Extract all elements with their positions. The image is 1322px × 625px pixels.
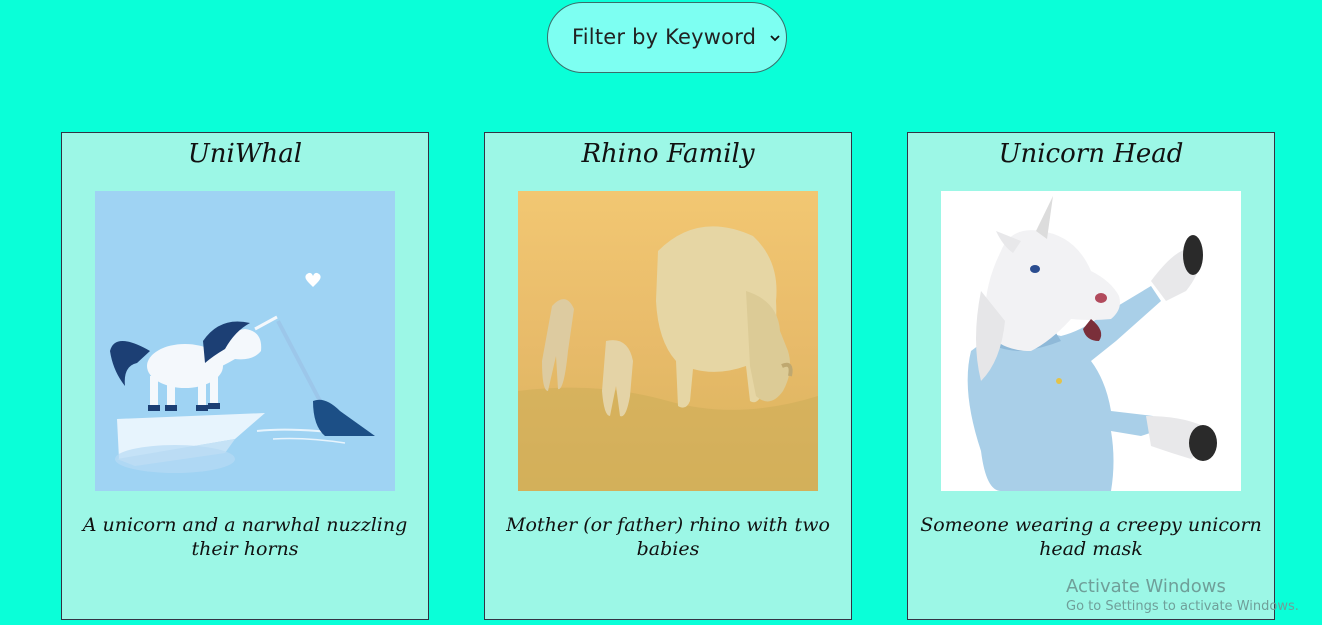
image-card-rhino-family: Rhino Family Mother (or father) rhino wi… [484,132,852,620]
image-card-uniwhal: UniWhal A unicorn and a narwhal nuzzling… [61,132,429,620]
card-image-uniwhal [95,191,395,491]
chevron-down-icon [770,35,780,42]
card-description: A unicorn and a narwhal nuzzling their h… [82,514,408,560]
filter-selected-value: Filter by Keyword [572,25,757,49]
card-title: Unicorn Head [998,139,1184,169]
keyword-filter-select[interactable]: Filter by Keyword [547,2,787,73]
image-card-unicorn-head: Unicorn Head Someone wearing a creepy un… [907,132,1275,620]
card-description: Someone wearing a creepy unicorn head ma… [920,514,1262,560]
card-description: Mother (or father) rhino with two babies [506,514,830,560]
card-image-rhino-family [518,191,818,491]
card-image-unicorn-head [941,191,1241,491]
card-title: Rhino Family [581,139,755,169]
card-title: UniWhal [187,139,303,169]
